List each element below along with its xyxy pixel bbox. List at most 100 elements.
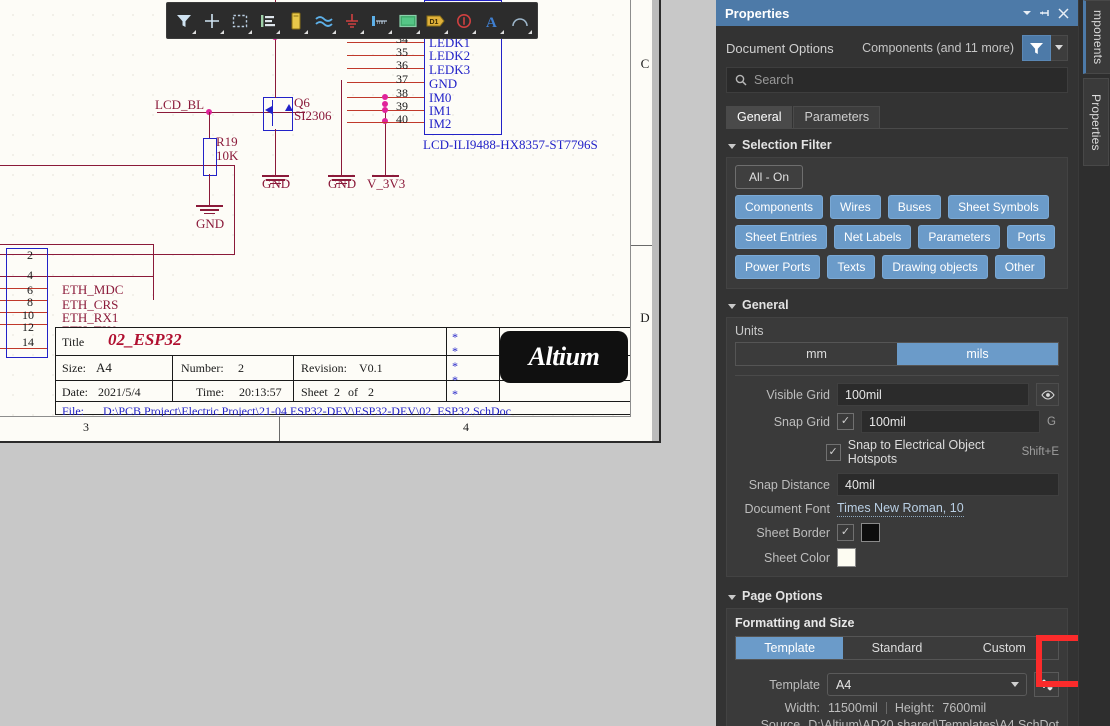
wire: [209, 112, 211, 138]
update-from-template-icon[interactable]: [1034, 672, 1059, 697]
zone-number-3: 3: [83, 420, 89, 434]
gnd-bar: [200, 209, 219, 211]
svg-text:D1: D1: [430, 19, 439, 26]
wire-icon[interactable]: [310, 6, 338, 36]
source-value: D:\Altium\AD20 shared\Templates\A4.SchDo…: [808, 718, 1059, 726]
filter-drawing-objects[interactable]: Drawing objects: [882, 255, 988, 279]
document-options-label: Document Options: [726, 40, 834, 56]
number-value: 2: [238, 361, 244, 375]
component-icon[interactable]: [282, 6, 310, 36]
sheet-color-swatch[interactable]: [837, 548, 856, 567]
search-input[interactable]: Search: [726, 67, 1068, 93]
filter-parameters[interactable]: Parameters: [918, 225, 1001, 249]
pin-number: 12: [22, 320, 34, 334]
schematic-drawing-toolbar[interactable]: mn D1 A: [166, 2, 538, 39]
size-label: Size:: [62, 361, 86, 375]
general-header[interactable]: General: [728, 298, 1068, 312]
port-icon[interactable]: mn: [366, 6, 394, 36]
altium-logo-text: Altium: [528, 342, 600, 371]
pin-icon[interactable]: [1036, 4, 1054, 22]
size-mode-custom[interactable]: Custom: [950, 637, 1058, 659]
sheet-total: 2: [368, 385, 374, 399]
snap-distance-input[interactable]: 40mil: [837, 473, 1059, 496]
filter-power-ports[interactable]: Power Ports: [735, 255, 821, 279]
align-icon[interactable]: [254, 6, 282, 36]
star-marker: *: [452, 344, 458, 358]
page-options-title: Page Options: [742, 589, 823, 603]
selection-filter-row-3: Power Ports Texts Drawing objects Other: [735, 255, 1059, 279]
text-string-icon[interactable]: A: [478, 6, 506, 36]
gnd-power-icon[interactable]: [338, 6, 366, 36]
right-tab-strip[interactable]: mponents Properties: [1078, 0, 1110, 726]
visible-grid-input[interactable]: 100mil: [837, 383, 1029, 406]
filter-components[interactable]: Components: [735, 195, 824, 219]
properties-tabs[interactable]: General Parameters: [726, 104, 1068, 129]
width-label: Width:: [784, 701, 820, 715]
transistor-value: SI2306: [294, 108, 332, 123]
page-options-group: Formatting and Size Template Standard Cu…: [726, 608, 1078, 726]
arc-icon[interactable]: [506, 6, 534, 36]
title-block[interactable]: Title 02_ESP32 Size: A4 Number: 2 Revisi…: [55, 327, 633, 418]
resistor-body[interactable]: [203, 138, 217, 176]
units-toggle[interactable]: mm mils: [735, 342, 1059, 366]
filter-buses[interactable]: Buses: [887, 195, 942, 219]
properties-titlebar[interactable]: Properties: [716, 0, 1078, 26]
schematic-sheet[interactable]: 2 4 6 8 10 12 14 ETH_MDC ETH_CRS ETH_RX1…: [0, 0, 661, 443]
pin-number: 2: [27, 248, 33, 262]
gnd-label: GND: [262, 176, 291, 191]
vtab-components[interactable]: mponents: [1083, 0, 1110, 74]
transistor-body[interactable]: [263, 97, 293, 131]
snap-hotspots-checkbox[interactable]: ✓: [825, 443, 841, 461]
filter-wires[interactable]: Wires: [830, 195, 881, 219]
filter-sheet-symbols[interactable]: Sheet Symbols: [948, 195, 1049, 219]
filter-other[interactable]: Other: [994, 255, 1045, 279]
selection-summary: Components (and 11 more): [862, 41, 1014, 55]
close-icon[interactable]: [1054, 4, 1072, 22]
eye-icon[interactable]: [1036, 383, 1059, 406]
selection-filter-header[interactable]: Selection Filter: [728, 138, 1068, 152]
filter-texts[interactable]: Texts: [827, 255, 876, 279]
select-rect-icon[interactable]: [226, 6, 254, 36]
filter-icon[interactable]: [170, 6, 198, 36]
filter-ports[interactable]: Ports: [1007, 225, 1056, 249]
all-on-button[interactable]: All - On: [735, 165, 803, 189]
vtab-properties[interactable]: Properties: [1083, 78, 1109, 166]
power-label-v33: V_3V3: [367, 176, 406, 191]
size-mode-standard[interactable]: Standard: [843, 637, 951, 659]
collapse-triangle-icon: [728, 143, 736, 149]
filter-net-labels[interactable]: Net Labels: [834, 225, 912, 249]
wire: [347, 55, 424, 57]
filter-dropdown-button[interactable]: [1051, 35, 1068, 61]
units-mm[interactable]: mm: [736, 343, 897, 365]
funnel-icon[interactable]: [1022, 35, 1051, 61]
schematic-canvas[interactable]: 2 4 6 8 10 12 14 ETH_MDC ETH_CRS ETH_RX1…: [0, 0, 716, 726]
selection-filter-row-2: Sheet Entries Net Labels Parameters Port…: [735, 225, 1059, 249]
sheet-border-color-swatch[interactable]: [861, 523, 880, 542]
selection-filter-group: All - On Components Wires Buses Sheet Sy…: [726, 157, 1068, 289]
filter-sheet-entries[interactable]: Sheet Entries: [735, 225, 828, 249]
template-dropdown[interactable]: A4: [827, 673, 1027, 696]
tab-general[interactable]: General: [726, 106, 793, 128]
size-mode-template[interactable]: Template: [736, 637, 844, 659]
altium-designer-window: 2 4 6 8 10 12 14 ETH_MDC ETH_CRS ETH_RX1…: [0, 0, 1110, 726]
size-mode-toggle[interactable]: Template Standard Custom: [735, 636, 1059, 660]
units-mils[interactable]: mils: [897, 343, 1058, 365]
document-font-value[interactable]: Times New Roman, 10: [837, 501, 964, 517]
no-erc-icon[interactable]: [450, 6, 478, 36]
crosshair-place-icon[interactable]: [198, 6, 226, 36]
snap-grid-label: Snap Grid: [773, 414, 830, 429]
tab-parameters[interactable]: Parameters: [793, 106, 881, 128]
general-group: Units mm mils Visible Grid 100mil Snap G…: [726, 317, 1068, 577]
designator-icon[interactable]: D1: [422, 6, 450, 36]
collapse-triangle-icon: [728, 303, 736, 309]
sheet-symbol-icon[interactable]: [394, 6, 422, 36]
net-label-lcd-bl: LCD_BL: [155, 97, 205, 112]
pin-number: 4: [27, 268, 33, 282]
sheet-border-checkbox[interactable]: ✓: [837, 524, 854, 541]
snap-grid-input[interactable]: 100mil: [861, 410, 1040, 433]
page-options-header[interactable]: Page Options: [728, 589, 1068, 603]
snap-grid-checkbox[interactable]: ✓: [837, 413, 854, 430]
date-label: Date:: [62, 385, 88, 399]
chevron-down-icon[interactable]: [1018, 4, 1036, 22]
general-title: General: [742, 298, 789, 312]
